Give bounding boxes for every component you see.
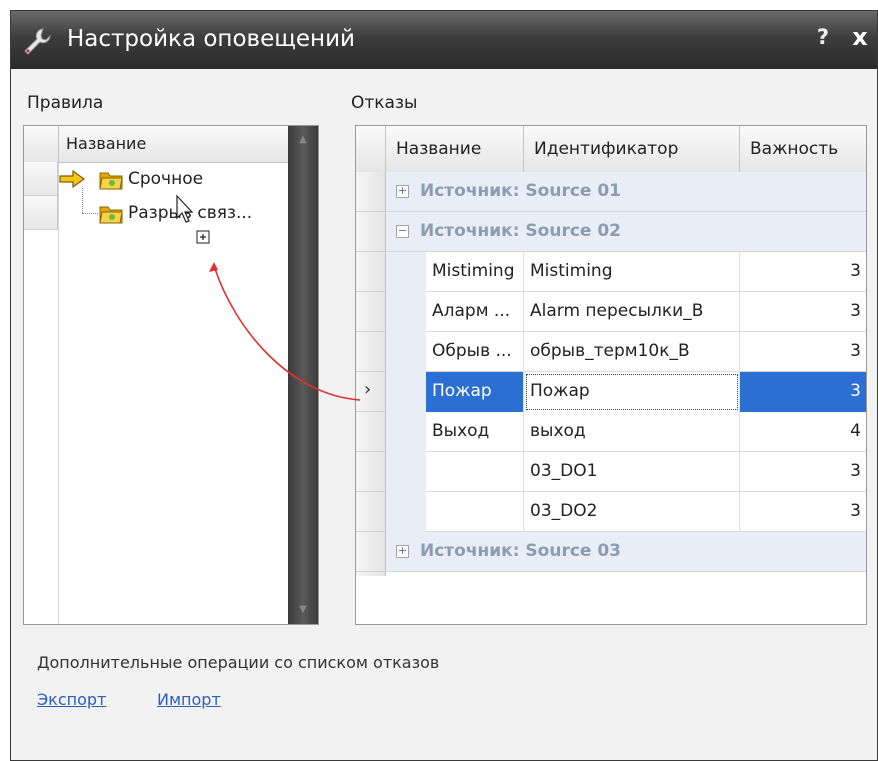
rules-tree[interactable]: Название Срочное Разрыв связ... ▲ ▼ <box>23 125 319 625</box>
group-indent <box>386 252 426 536</box>
table-row-selected[interactable]: Пожар Пожар 3 <box>426 372 866 412</box>
group-label: Источник: Source 03 <box>420 541 622 561</box>
row-selector[interactable] <box>356 292 386 332</box>
rules-column-name[interactable]: Название <box>66 134 146 153</box>
title-bar[interactable]: Настройка оповещений ? x <box>11 11 877 69</box>
column-header-identifier[interactable]: Идентификатор <box>524 126 740 172</box>
expand-icon[interactable]: + <box>396 545 409 558</box>
cell-name[interactable] <box>426 452 524 492</box>
table-row[interactable]: Выход выход 4 <box>426 412 866 452</box>
rule-label: Срочное <box>128 169 204 189</box>
rule-item[interactable]: Срочное <box>24 162 288 196</box>
failures-grid-header: Название Идентификатор Важность <box>356 126 866 173</box>
folder-icon <box>99 206 123 224</box>
folder-icon <box>99 172 123 190</box>
row-selector-current[interactable]: › <box>356 372 386 412</box>
notification-settings-window: Настройка оповещений ? x Правила Отказы … <box>10 10 878 761</box>
row-selector[interactable] <box>356 252 386 292</box>
scroll-down-icon[interactable]: ▼ <box>288 600 318 620</box>
rules-scrollbar[interactable]: ▲ ▼ <box>288 126 318 624</box>
tree-connector <box>82 188 83 213</box>
table-row[interactable]: Аларм ... Alarm пересылки_B 3 <box>426 292 866 332</box>
group-label: Источник: Source 01 <box>420 181 622 201</box>
failures-grid[interactable]: Название Идентификатор Важность › + Исто… <box>355 125 867 625</box>
rules-section-label: Правила <box>27 93 104 113</box>
tree-connector <box>82 213 98 214</box>
row-selector[interactable] <box>356 332 386 372</box>
cell-importance[interactable]: 3 <box>740 252 866 292</box>
cell-importance[interactable]: 3 <box>740 292 866 332</box>
rules-header: Название <box>24 126 288 163</box>
cell-name[interactable]: Аларм ... <box>426 292 524 332</box>
collapse-icon[interactable]: − <box>396 225 409 238</box>
table-row[interactable]: Обрыв ... обрыв_терм10к_B 3 <box>426 332 866 372</box>
cell-identifier-focused[interactable]: Пожар <box>524 372 740 412</box>
row-selector[interactable] <box>356 452 386 492</box>
export-link[interactable]: Экспорт <box>37 690 106 709</box>
cell-importance[interactable]: 3 <box>740 492 866 532</box>
expand-icon[interactable]: + <box>396 185 409 198</box>
cell-identifier[interactable]: 03_DO2 <box>524 492 740 532</box>
cell-importance[interactable]: 3 <box>740 452 866 492</box>
cell-identifier[interactable]: выход <box>524 412 740 452</box>
table-row[interactable]: 03_DO2 3 <box>426 492 866 532</box>
cell-identifier[interactable]: 03_DO1 <box>524 452 740 492</box>
group-row-source-01[interactable]: + Источник: Source 01 <box>386 172 866 212</box>
extra-operations-label: Дополнительные операции со списком отказ… <box>37 653 440 672</box>
column-header-name[interactable]: Название <box>386 126 524 172</box>
scroll-up-icon[interactable]: ▲ <box>288 130 318 150</box>
row-selector[interactable] <box>356 532 386 572</box>
table-row[interactable]: 03_DO1 3 <box>426 452 866 492</box>
import-link[interactable]: Импорт <box>157 690 221 709</box>
rules-header-corner <box>24 126 59 162</box>
cell-name[interactable]: Пожар <box>426 372 524 412</box>
cell-importance[interactable]: 3 <box>740 332 866 372</box>
cell-identifier[interactable]: Mistiming <box>524 252 740 292</box>
column-header-importance[interactable]: Важность <box>740 126 866 172</box>
cell-identifier[interactable]: обрыв_терм10к_B <box>524 332 740 372</box>
rule-label: Разрыв связ... <box>128 203 253 223</box>
cell-identifier[interactable]: Alarm пересылки_B <box>524 292 740 332</box>
cell-name[interactable]: Выход <box>426 412 524 452</box>
cell-name[interactable]: Обрыв ... <box>426 332 524 372</box>
grid-header-corner <box>356 126 386 172</box>
row-selector[interactable] <box>356 172 386 212</box>
cell-importance[interactable]: 3 <box>740 372 866 412</box>
group-row-source-02[interactable]: − Источник: Source 02 <box>386 212 866 252</box>
row-selector-column: › <box>356 172 386 576</box>
current-row-pointer-icon: › <box>364 379 372 400</box>
row-selector[interactable] <box>24 196 58 230</box>
cell-name[interactable]: Mistiming <box>426 252 524 292</box>
close-button[interactable]: x <box>847 23 873 53</box>
group-label: Источник: Source 02 <box>420 221 622 241</box>
window-title: Настройка оповещений <box>67 26 355 52</box>
cell-importance[interactable]: 4 <box>740 412 866 452</box>
failures-section-label: Отказы <box>351 93 418 113</box>
arrow-right-icon <box>59 169 86 189</box>
row-selector[interactable] <box>356 212 386 252</box>
cell-name[interactable] <box>426 492 524 532</box>
group-row-source-03[interactable]: + Источник: Source 03 <box>386 532 866 572</box>
help-button[interactable]: ? <box>811 25 835 53</box>
table-row[interactable]: Mistiming Mistiming 3 <box>426 252 866 292</box>
rule-item[interactable]: Разрыв связ... <box>24 188 288 230</box>
row-selector[interactable] <box>24 162 58 196</box>
row-selector[interactable] <box>356 492 386 532</box>
row-selector[interactable] <box>356 412 386 452</box>
wrench-icon <box>24 28 51 55</box>
